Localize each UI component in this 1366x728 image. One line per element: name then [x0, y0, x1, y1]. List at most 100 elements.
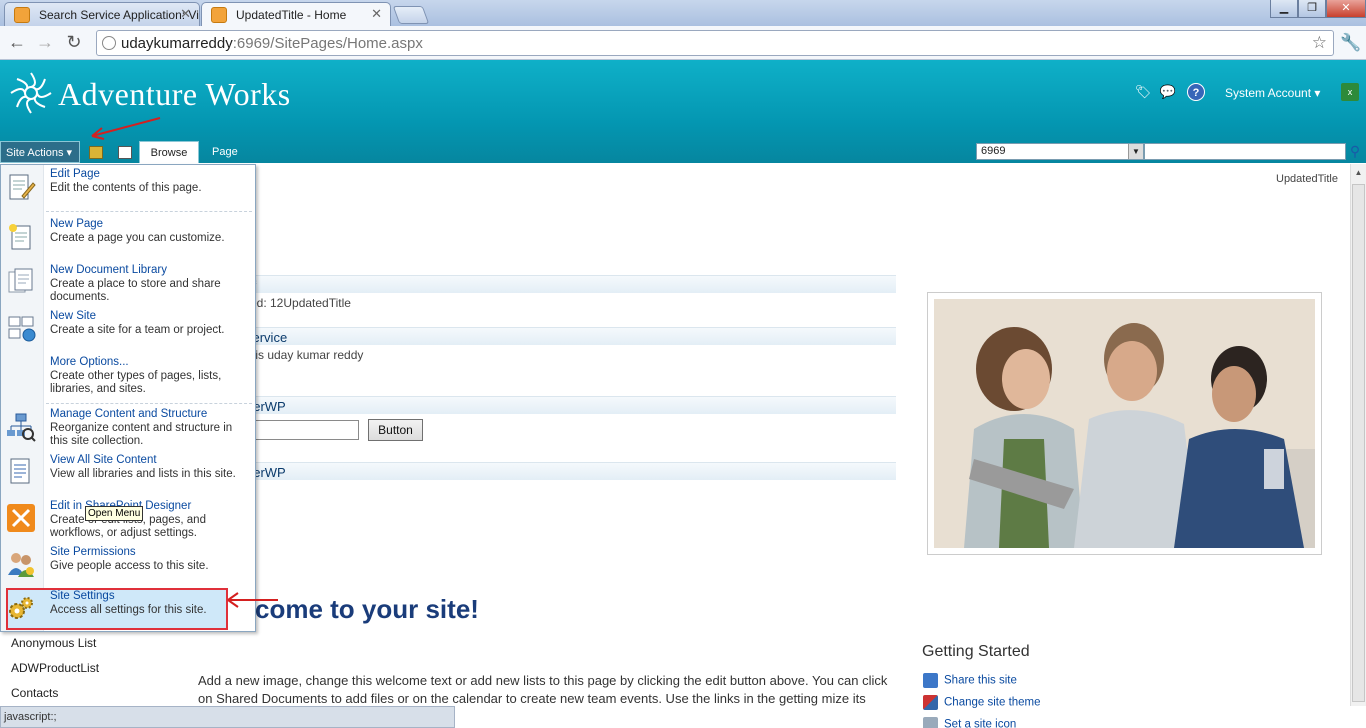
menu-item-view-all-site-content[interactable]: View All Site Content View all libraries…: [0, 454, 254, 498]
menu-item-desc: Give people access to this site.: [50, 560, 209, 572]
browser-tab-home[interactable]: UpdatedTitle - Home ✕: [201, 2, 391, 26]
close-tab-icon[interactable]: ✕: [180, 6, 191, 22]
account-menu[interactable]: System Account ▾: [1225, 86, 1320, 100]
excel-icon[interactable]: x: [1341, 83, 1359, 101]
share-site-link[interactable]: Share this site: [923, 673, 1017, 688]
url-path: :6969/SitePages/Home.aspx: [232, 35, 423, 52]
menu-separator: [46, 211, 252, 212]
close-tab-icon[interactable]: ✕: [371, 6, 382, 22]
search-input[interactable]: [1144, 143, 1346, 160]
getting-started-heading: Getting Started: [922, 643, 1030, 660]
account-name: System Account: [1225, 86, 1312, 100]
view-all-content-icon: [10, 458, 30, 484]
menu-item-title: View All Site Content: [50, 454, 157, 466]
welcome-image: [927, 292, 1322, 555]
menu-item-desc: Create a page you can customize.: [50, 232, 225, 244]
menu-separator: [46, 403, 252, 404]
menu-item-title: New Page: [50, 218, 104, 230]
vertical-scrollbar[interactable]: ▲: [1350, 164, 1366, 706]
bookmark-star-icon[interactable]: ☆: [1312, 33, 1327, 53]
link-label: Set a site icon: [944, 718, 1017, 728]
theme-icon: [923, 695, 938, 710]
forward-arrow-icon[interactable]: →: [34, 32, 56, 52]
link-label: Share this site: [944, 674, 1017, 687]
reload-icon[interactable]: ↻: [63, 32, 85, 52]
browser-tab-search-service[interactable]: Search Service Application: Vi ✕: [4, 2, 200, 26]
document-library-icon: [8, 268, 33, 293]
url-host: udaykumarreddy: [121, 35, 233, 52]
menu-item-title: Edit Page: [50, 168, 100, 180]
site-icon-icon: [923, 717, 938, 728]
change-theme-link[interactable]: Change site theme: [923, 695, 1041, 710]
annotation-arrow-icon: [227, 592, 278, 608]
address-bar[interactable]: udaykumarreddy:6969/SitePages/Home.aspx …: [96, 30, 1334, 56]
wrench-menu-icon[interactable]: 🔧: [1340, 33, 1361, 53]
menu-item-desc: Create other types of pages, lists, libr…: [50, 370, 222, 395]
back-arrow-icon[interactable]: ←: [6, 32, 28, 52]
sharepoint-favicon-icon: [211, 7, 227, 23]
link-label: Change site theme: [944, 696, 1041, 709]
menu-item-desc: Create or edit lists, pages, and workflo…: [50, 514, 206, 539]
site-actions-label: Site Actions: [6, 147, 64, 159]
sharepoint-favicon-icon: [14, 7, 30, 23]
nav-item-adwproductlist[interactable]: ADWProductList: [11, 661, 99, 675]
scroll-up-icon[interactable]: ▲: [1351, 164, 1366, 181]
menu-item-title: Manage Content and Structure: [50, 408, 208, 420]
nav-item-contacts[interactable]: Contacts: [11, 686, 58, 700]
menu-item-desc: Edit the contents of this page.: [50, 182, 202, 194]
menu-item-new-page[interactable]: New Page Create a page you can customize…: [0, 218, 254, 262]
webpart-text: s is uday kumar reddy: [246, 348, 364, 362]
menu-item-new-site[interactable]: New Site Create a site for a team or pro…: [0, 310, 254, 354]
webpart-button[interactable]: Button: [368, 419, 423, 441]
webpart-header[interactable]: service: [198, 327, 896, 345]
minimize-button[interactable]: ▁: [1270, 0, 1298, 18]
page-icon: [102, 36, 116, 50]
search-scope-select[interactable]: 6969 ▼: [976, 143, 1144, 160]
manage-content-icon: [7, 413, 36, 442]
search-icon[interactable]: ⚲: [1347, 143, 1363, 160]
adventure-works-logo-icon: [10, 72, 52, 114]
tab-browse[interactable]: Browse: [139, 141, 199, 163]
menu-item-manage-content[interactable]: Manage Content and Structure Reorganize …: [0, 408, 254, 452]
menu-item-desc: Create a place to store and share docume…: [50, 278, 221, 303]
tab-title: Search Service Application: Vi: [39, 8, 199, 22]
new-tab-button[interactable]: [392, 6, 430, 24]
menu-item-title: New Site: [50, 310, 97, 322]
page-breadcrumb[interactable]: UpdatedTitle: [1276, 173, 1338, 185]
site-title[interactable]: Adventure Works: [58, 76, 291, 113]
maximize-button[interactable]: ❐: [1298, 0, 1326, 18]
webpart-header[interactable]: cf: [198, 275, 896, 293]
dropdown-arrow-icon[interactable]: ▼: [1128, 144, 1143, 159]
menu-item-edit-page[interactable]: Edit Page Edit the contents of this page…: [0, 168, 254, 208]
site-icon-link[interactable]: Set a site icon: [923, 717, 1016, 728]
tab-page[interactable]: Page: [212, 141, 240, 163]
welcome-heading: come to your site!: [255, 594, 479, 624]
nav-item-anonymous-list[interactable]: Anonymous List: [11, 636, 96, 650]
menu-item-more-options[interactable]: More Options... Create other types of pa…: [0, 356, 254, 400]
site-actions-button[interactable]: Site Actions ▾: [0, 141, 80, 163]
share-site-icon: [923, 673, 938, 688]
menu-item-site-permissions[interactable]: Site Permissions Give people access to t…: [0, 546, 254, 586]
menu-item-new-document-library[interactable]: New Document Library Create a place to s…: [0, 264, 254, 308]
webpart-text-input[interactable]: [250, 420, 359, 440]
menu-item-site-settings[interactable]: Site Settings Access all settings for th…: [0, 590, 254, 630]
edit-page-icon: [9, 174, 36, 200]
webpart-header[interactable]: nerWP: [198, 462, 896, 480]
browser-tab-bar: Search Service Application: Vi ✕ Updated…: [0, 0, 1366, 26]
webpart-header[interactable]: nerWP: [198, 396, 896, 414]
navigate-up-icon[interactable]: [89, 146, 103, 159]
notes-icon[interactable]: 💬: [1159, 83, 1177, 101]
tag-icon[interactable]: 🏷: [1134, 83, 1152, 101]
browser-status-bar: javascript:;: [0, 706, 455, 728]
close-window-button[interactable]: ✕: [1326, 0, 1366, 18]
annotation-arrow-icon: [91, 117, 161, 140]
scroll-thumb[interactable]: [1352, 184, 1365, 702]
menu-item-desc: View all libraries and lists in this sit…: [50, 468, 236, 480]
site-permissions-icon: [8, 553, 34, 577]
help-icon[interactable]: ?: [1187, 83, 1205, 101]
sharepoint-designer-icon: [7, 504, 35, 532]
edit-page-icon[interactable]: [118, 146, 132, 159]
new-page-icon: [9, 224, 31, 250]
menu-item-title: More Options...: [50, 356, 129, 368]
open-menu-tooltip: Open Menu: [85, 506, 144, 521]
